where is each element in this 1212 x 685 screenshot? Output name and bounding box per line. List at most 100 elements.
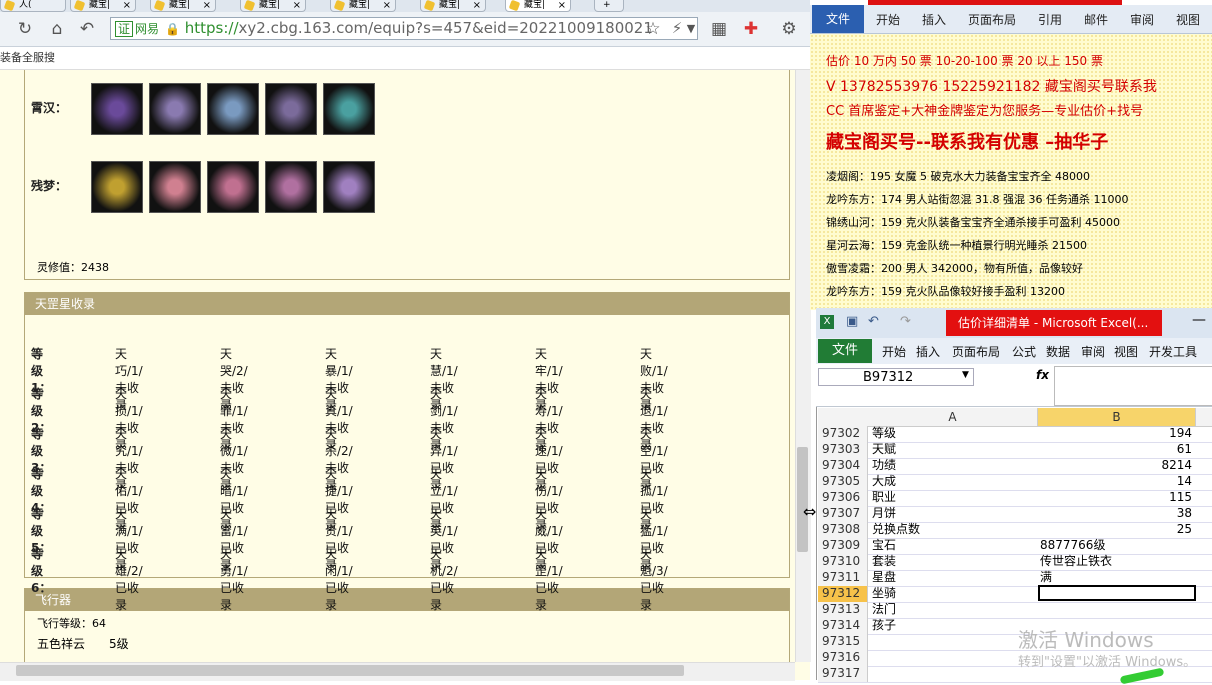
bookmark-item[interactable]: 装备全服搜 — [0, 51, 55, 64]
active-cell[interactable] — [1038, 585, 1196, 601]
browser-tab[interactable]: 藏宝| × — [70, 0, 136, 12]
equipment-icon[interactable] — [323, 83, 375, 135]
equipment-icon[interactable] — [265, 161, 317, 213]
dropdown-icon[interactable]: ▼ — [680, 18, 702, 40]
cell-a[interactable]: 大成 — [872, 474, 1036, 490]
cell-a[interactable]: 职业 — [872, 490, 1036, 506]
column-header-b[interactable]: B — [1038, 408, 1196, 426]
save-icon[interactable]: ▣ — [846, 314, 858, 329]
excel-file-tab[interactable]: 文件 — [818, 339, 872, 363]
cell-b[interactable]: 61 — [1040, 442, 1192, 458]
excel-tab[interactable]: 开始 — [882, 343, 906, 360]
browser-tab[interactable]: 藏宝| × — [240, 0, 306, 12]
word-tab[interactable]: 页面布局 — [968, 11, 1016, 28]
cell-b[interactable]: 115 — [1040, 490, 1192, 506]
equipment-icon[interactable] — [149, 161, 201, 213]
cell-a[interactable]: 天赋 — [872, 442, 1036, 458]
row-number[interactable]: 97302 — [818, 426, 868, 442]
minimize-icon[interactable]: — — [1192, 312, 1206, 328]
cell-b[interactable]: 25 — [1040, 522, 1192, 538]
cell-a[interactable]: 月饼 — [872, 506, 1036, 522]
row-number[interactable]: 97306 — [818, 490, 868, 506]
row-number[interactable]: 97316 — [818, 650, 868, 666]
browser-tab[interactable]: 藏宝| × — [330, 0, 396, 12]
cell-b[interactable]: 传世容止铁衣 — [1040, 554, 1192, 570]
row-number[interactable]: 97310 — [818, 554, 868, 570]
undo-icon[interactable]: ↶ — [76, 18, 98, 40]
redo-icon[interactable]: ↷ — [900, 314, 911, 329]
address-bar[interactable]: 证网易 🔒 https://xy2.cbg.163.com/equip?s=457… — [110, 17, 698, 40]
word-tab[interactable]: 邮件 — [1084, 11, 1108, 28]
word-tab[interactable]: 引用 — [1038, 11, 1062, 28]
row-number[interactable]: 97313 — [818, 602, 868, 618]
cell-b[interactable]: 8877766级 — [1040, 538, 1192, 554]
word-tab[interactable]: 视图 — [1176, 11, 1200, 28]
excel-tab[interactable]: 视图 — [1114, 343, 1138, 360]
cell-b[interactable]: 194 — [1040, 426, 1192, 442]
vertical-scroll-thumb[interactable] — [797, 447, 808, 552]
close-icon[interactable]: × — [473, 0, 481, 11]
equipment-icon[interactable] — [207, 161, 259, 213]
fx-icon[interactable]: fx — [1036, 368, 1049, 382]
word-tab[interactable]: 开始 — [876, 11, 900, 28]
equipment-icon[interactable] — [91, 83, 143, 135]
cell-a[interactable]: 坐骑 — [872, 586, 1036, 602]
row-number[interactable]: 97312 — [818, 586, 868, 602]
equipment-icon[interactable] — [149, 83, 201, 135]
column-header-a[interactable]: A — [868, 408, 1038, 426]
refresh-icon[interactable]: ↻ — [14, 18, 36, 40]
row-number[interactable]: 97305 — [818, 474, 868, 490]
formula-input[interactable] — [1054, 366, 1212, 406]
cell-a[interactable]: 宝石 — [872, 538, 1036, 554]
equipment-icon[interactable] — [323, 161, 375, 213]
cell-b[interactable]: 38 — [1040, 506, 1192, 522]
row-number[interactable]: 97307 — [818, 506, 868, 522]
excel-tab[interactable]: 页面布局 — [952, 343, 1000, 360]
new-tab-button[interactable]: + — [594, 0, 624, 12]
cell-b[interactable]: 满 — [1040, 570, 1192, 586]
cell-b[interactable] — [1040, 602, 1192, 618]
cell-b[interactable]: 8214 — [1040, 458, 1192, 474]
equipment-icon[interactable] — [265, 83, 317, 135]
cell-b[interactable]: 14 — [1040, 474, 1192, 490]
row-number[interactable]: 97304 — [818, 458, 868, 474]
word-tab[interactable]: 插入 — [922, 11, 946, 28]
cell-a[interactable] — [872, 634, 1036, 650]
close-icon[interactable]: × — [293, 0, 301, 11]
cell-a[interactable]: 兑换点数 — [872, 522, 1036, 538]
vertical-scrollbar[interactable] — [795, 70, 811, 662]
row-number[interactable]: 97315 — [818, 634, 868, 650]
name-box[interactable]: B97312 — [818, 368, 974, 386]
equipment-icon[interactable] — [91, 161, 143, 213]
close-icon[interactable]: × — [383, 0, 391, 11]
cell-a[interactable]: 套装 — [872, 554, 1036, 570]
cell-a[interactable]: 法门 — [872, 602, 1036, 618]
browser-tab[interactable]: 藏宝| × — [420, 0, 486, 12]
close-icon[interactable]: × — [123, 0, 131, 11]
browser-tab[interactable]: 藏宝| × — [150, 0, 216, 12]
cell-a[interactable]: 孩子 — [872, 618, 1036, 634]
excel-tab[interactable]: 开发工具 — [1149, 343, 1197, 360]
star-icon[interactable]: ☆ — [642, 18, 664, 40]
game-icon[interactable]: ✚ — [740, 18, 762, 40]
cell-a[interactable]: 星盘 — [872, 570, 1036, 586]
row-number[interactable]: 97309 — [818, 538, 868, 554]
grid-icon[interactable]: ▦ — [708, 18, 730, 40]
home-icon[interactable]: ⌂ — [46, 18, 68, 40]
cell-a[interactable]: 功绩 — [872, 458, 1036, 474]
row-number[interactable]: 97314 — [818, 618, 868, 634]
cell-a[interactable] — [872, 650, 1036, 666]
close-icon[interactable]: × — [558, 0, 566, 11]
row-number[interactable]: 97311 — [818, 570, 868, 586]
browser-tab-active[interactable]: 藏宝| × — [505, 0, 571, 12]
undo-icon[interactable]: ↶ — [868, 314, 879, 329]
word-file-tab[interactable]: 文件 — [812, 5, 864, 33]
row-number[interactable]: 97308 — [818, 522, 868, 538]
browser-tab[interactable]: 人( — [0, 0, 66, 12]
close-icon[interactable]: × — [203, 0, 211, 11]
excel-tab[interactable]: 审阅 — [1081, 343, 1105, 360]
excel-tab[interactable]: 插入 — [916, 343, 940, 360]
word-tab[interactable]: 审阅 — [1130, 11, 1154, 28]
row-number[interactable]: 97303 — [818, 442, 868, 458]
excel-tab[interactable]: 公式 — [1012, 343, 1036, 360]
